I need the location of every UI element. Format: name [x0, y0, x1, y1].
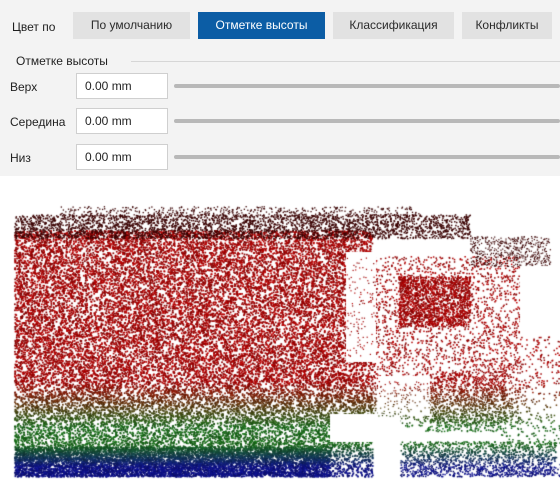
bottom-label: Низ: [10, 151, 31, 165]
middle-elevation-input[interactable]: [76, 108, 168, 134]
tab-default[interactable]: По умолчанию: [73, 12, 190, 39]
tab-classification[interactable]: Классификация: [333, 12, 454, 39]
point-cloud-viewport[interactable]: [0, 176, 560, 482]
color-by-label: Цвет по: [12, 20, 56, 34]
bottom-elevation-slider[interactable]: [174, 155, 560, 159]
bottom-elevation-input[interactable]: [76, 144, 168, 170]
tab-conflicts[interactable]: Конфликты: [462, 12, 552, 39]
top-label: Верх: [10, 80, 38, 94]
elevation-group-title: Отметке высоты: [16, 54, 108, 68]
group-divider: [131, 61, 560, 62]
tab-elevation[interactable]: Отметке высоты: [198, 12, 325, 39]
middle-label: Середина: [10, 115, 66, 129]
color-settings-panel: Цвет по По умолчанию Отметке высоты Клас…: [0, 0, 560, 176]
top-elevation-input[interactable]: [76, 73, 168, 99]
top-elevation-slider[interactable]: [174, 84, 560, 88]
middle-elevation-slider[interactable]: [174, 119, 560, 123]
